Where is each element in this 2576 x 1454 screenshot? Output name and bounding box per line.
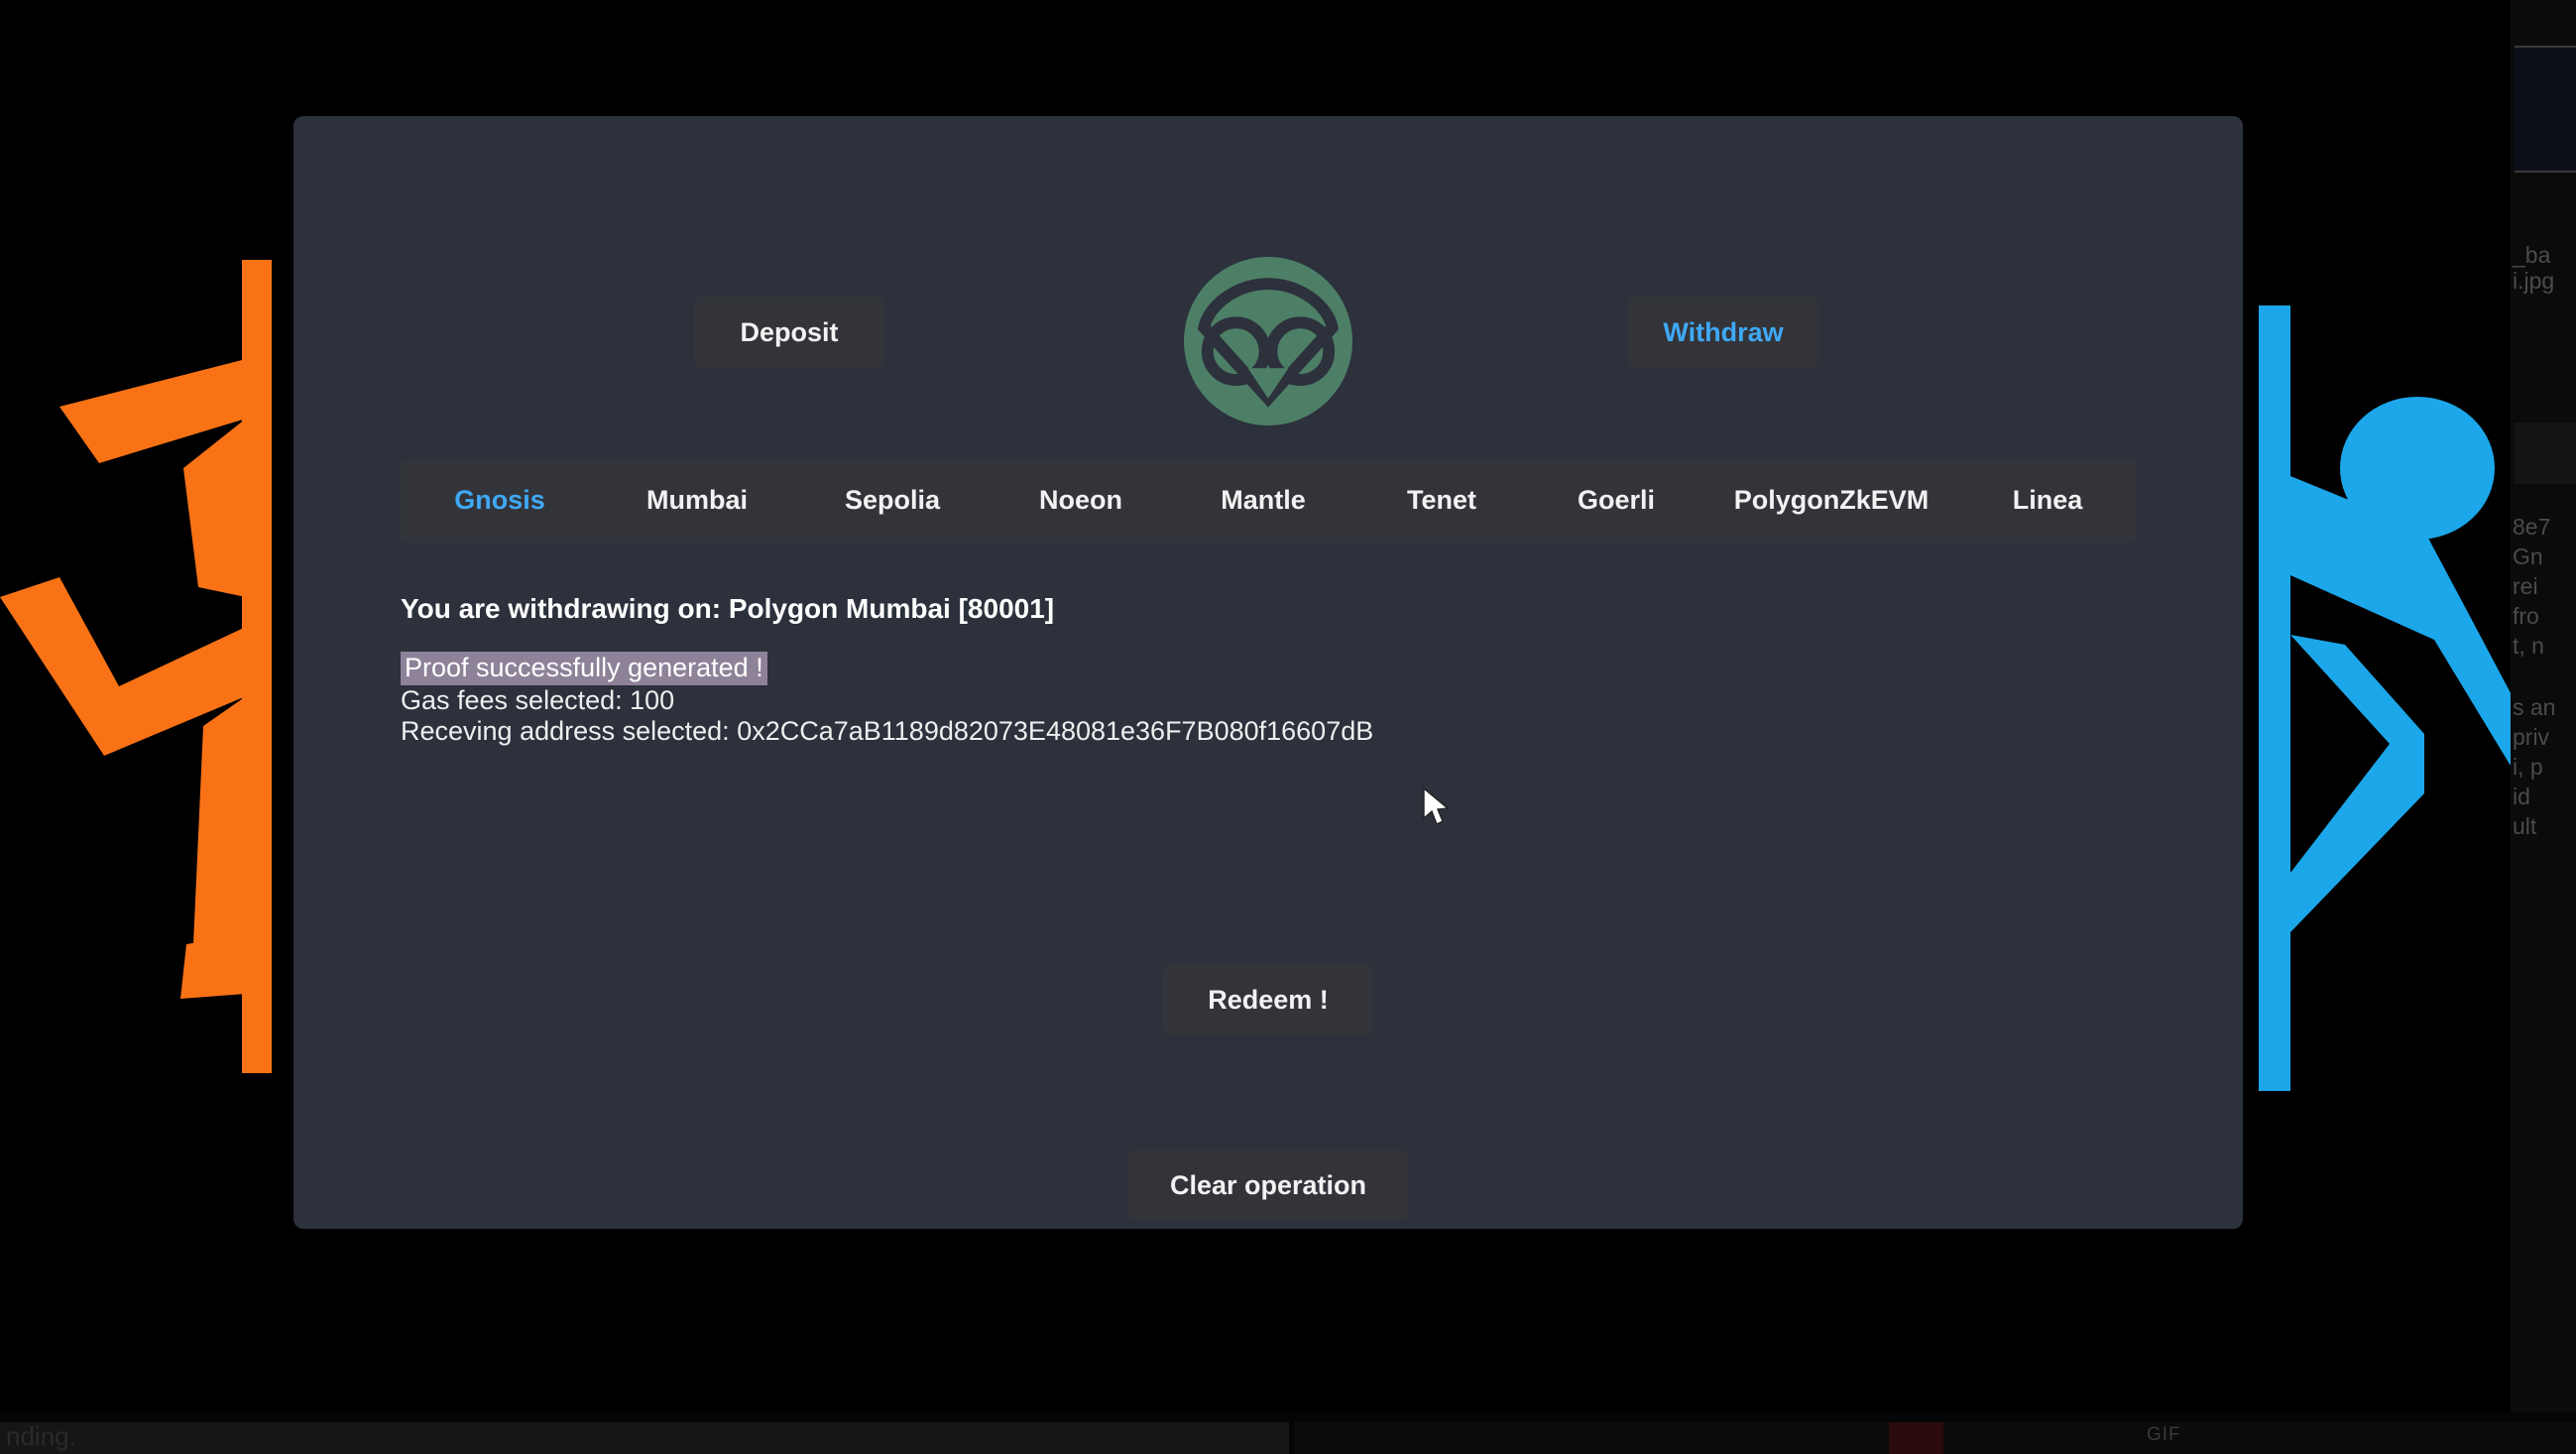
edge-chip (2515, 46, 2576, 173)
receiving-address-line: Receving address selected: 0x2CCa7aB1189… (401, 716, 1374, 746)
screen-root: _ba i.jpg 8e7 Gn rei fro t, n s an priv … (0, 0, 2576, 1454)
tab-mumbai[interactable]: Mumbai (599, 458, 795, 543)
proof-status-line: Proof successfully generated ! (401, 652, 2086, 685)
background-right-text-strip: _ba i.jpg 8e7 Gn rei fro t, n s an priv … (2511, 0, 2576, 1454)
tab-mantle[interactable]: Mantle (1172, 458, 1354, 543)
withdraw-button[interactable]: Withdraw (1628, 297, 1818, 368)
tab-goerli[interactable]: Goerli (1529, 458, 1703, 543)
status-block: You are withdrawing on: Polygon Mumbai [… (401, 592, 2086, 747)
edge-fragment: ult (2513, 813, 2537, 839)
app-card: Deposit Withdraw Gnosis Mumbai Sepolia N… (293, 116, 2243, 1229)
edge-fragment: fro (2513, 603, 2539, 629)
edge-fragment: s an (2513, 694, 2556, 720)
gas-fees-line: Gas fees selected: 100 (401, 685, 675, 715)
header-row: Deposit Withdraw (293, 116, 2243, 425)
owl-logo-icon (1184, 257, 1352, 425)
tab-gnosis[interactable]: Gnosis (401, 458, 599, 543)
bottom-red-block (1889, 1422, 1943, 1454)
background-bottom-strip: nding. GIF (0, 1412, 2576, 1454)
bottom-text-fragment: nding. (6, 1421, 76, 1451)
edge-chip (2515, 423, 2576, 484)
edge-fragment: _ba (2513, 242, 2551, 268)
tab-noeon[interactable]: Noeon (990, 458, 1172, 543)
edge-fragment: i, p (2513, 754, 2543, 780)
edge-fragment: Gn (2513, 544, 2543, 569)
tab-sepolia[interactable]: Sepolia (795, 458, 990, 543)
clear-operation-button[interactable]: Clear operation (1127, 1150, 1409, 1221)
edge-fragment: priv (2513, 724, 2550, 750)
gif-label: GIF (2147, 1424, 2181, 1445)
tab-tenet[interactable]: Tenet (1354, 458, 1529, 543)
edge-fragment: rei (2513, 573, 2538, 599)
network-tab-bar: Gnosis Mumbai Sepolia Noeon Mantle Tenet… (401, 458, 2136, 543)
bottom-left-panel: nding. (0, 1421, 1289, 1454)
proof-status-badge: Proof successfully generated ! (401, 652, 767, 685)
tab-linea[interactable]: Linea (1959, 458, 2136, 543)
deposit-button[interactable]: Deposit (694, 297, 884, 368)
orange-stick-figure-icon (0, 260, 272, 1073)
edge-fragment: t, n (2513, 633, 2544, 659)
tab-polygonzkevm[interactable]: PolygonZkEVM (1703, 458, 1959, 543)
redeem-button[interactable]: Redeem ! (1162, 964, 1374, 1035)
edge-fragment: i.jpg (2513, 268, 2555, 294)
edge-fragment: id (2513, 784, 2530, 809)
edge-fragment: 8e7 (2513, 514, 2551, 540)
withdraw-headline: You are withdrawing on: Polygon Mumbai [… (401, 593, 1055, 624)
